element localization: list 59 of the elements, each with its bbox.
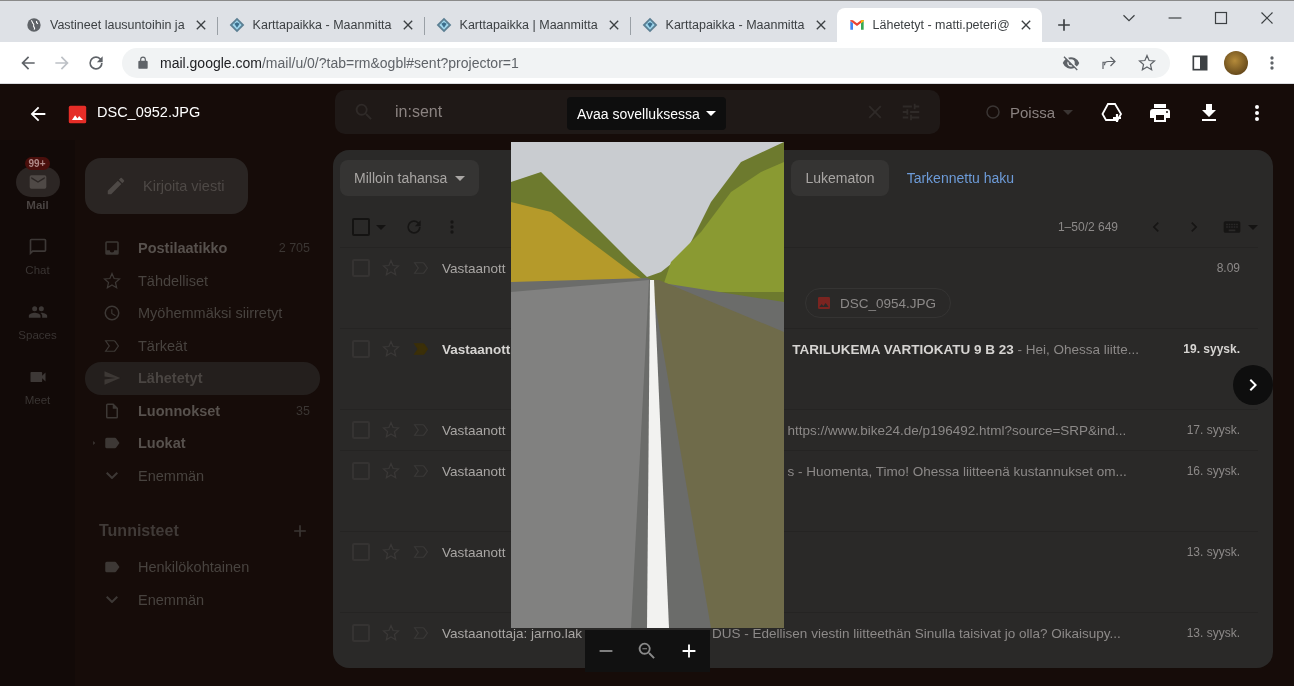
print-icon[interactable]	[1148, 101, 1172, 125]
rail-label: Mail	[26, 199, 49, 211]
chat-icon	[27, 237, 48, 257]
email-preview: DUS - Edellisen viestin liitteethän Sinulla taisivat jo olla? Oikaisupy...	[712, 625, 1121, 641]
status-dropdown[interactable]: Poissa	[984, 103, 1074, 121]
sender: Vastaanott	[442, 422, 506, 438]
email-date: 13. syysk.	[1186, 545, 1240, 559]
sender: Vastaanott	[442, 463, 506, 479]
rail-button[interactable]	[15, 167, 60, 197]
star-icon[interactable]	[1138, 53, 1156, 72]
document-icon	[103, 401, 121, 420]
browser-tab[interactable]: Karttapaikka - Maanmitta	[629, 8, 837, 42]
clock-icon	[103, 304, 121, 323]
email-preview: TARILUKEMA VARTIOKATU 9 B 23 - Hei, Ohessa liitte...	[792, 341, 1140, 357]
sender: Vastaanott	[442, 260, 506, 276]
image-icon	[816, 295, 832, 311]
file-name: DSC_0952.JPG	[97, 104, 201, 120]
globe-icon	[26, 17, 42, 33]
sender: Vastaanott	[442, 544, 506, 560]
map-icon	[435, 17, 452, 33]
browser-tab[interactable]: Karttapaikka - Maanmitta	[216, 8, 424, 42]
sender: Vastaanottaja: jarno.lak	[442, 625, 583, 641]
pencil-icon	[105, 175, 127, 197]
caret-icon	[1063, 109, 1074, 115]
count-badge: 99+	[24, 157, 50, 170]
email-date: 8.09	[1216, 261, 1240, 275]
circle-icon	[984, 103, 1002, 121]
open-with-button[interactable]: Avaa sovelluksessa	[567, 97, 726, 130]
email-date: 19. syysk.	[1183, 342, 1240, 356]
browser-tab[interactable]: Vastineet lausuntoihin ja	[14, 8, 217, 42]
map-icon	[228, 17, 245, 33]
sender: Vastaanott	[442, 341, 511, 357]
lock-icon	[136, 55, 150, 70]
chevron-down-icon	[106, 596, 118, 604]
chevron-down-icon	[106, 472, 118, 480]
map-icon	[641, 17, 658, 33]
caret-icon	[705, 111, 716, 116]
browser-tab[interactable]: Lähetetyt - matti.peteri@	[836, 8, 1042, 42]
advanced-search-link[interactable]: Tarkennettu haku	[906, 170, 1015, 186]
nav-item[interactable]: Luokat	[85, 427, 320, 460]
inbox-icon	[103, 239, 121, 258]
browser-tab[interactable]: Karttapaikka | Maanmitta	[423, 8, 630, 42]
eye-off-icon[interactable]	[1062, 53, 1080, 72]
email-preview: https://www.bike24.de/p196492.html?source=SRP&ind...	[787, 422, 1127, 438]
image-icon	[68, 105, 87, 124]
filter-dropdown[interactable]: Milloin tahansa	[340, 160, 480, 196]
email-date: 17. syysk.	[1186, 423, 1240, 437]
mail-logo-icon	[848, 17, 865, 33]
address-field[interactable]: mail.google.com/mail/u/0/?tab=rm&ogbl#sent?projector=1	[122, 47, 1170, 78]
star-icon	[103, 271, 121, 290]
important-icon[interactable]	[412, 340, 430, 358]
mail-icon	[27, 172, 48, 192]
email-date: 13. syysk.	[1186, 626, 1240, 640]
caret-icon	[455, 175, 466, 181]
page-range: 1–50/2 649	[1057, 220, 1118, 234]
filter-chip[interactable]: Lukematon	[791, 160, 889, 196]
email-preview: s - Huomenta, Timo! Ohessa liitteenä kustannukset om...	[787, 463, 1127, 479]
avatar[interactable]	[1224, 50, 1248, 75]
email-date: 16. syysk.	[1186, 464, 1240, 478]
